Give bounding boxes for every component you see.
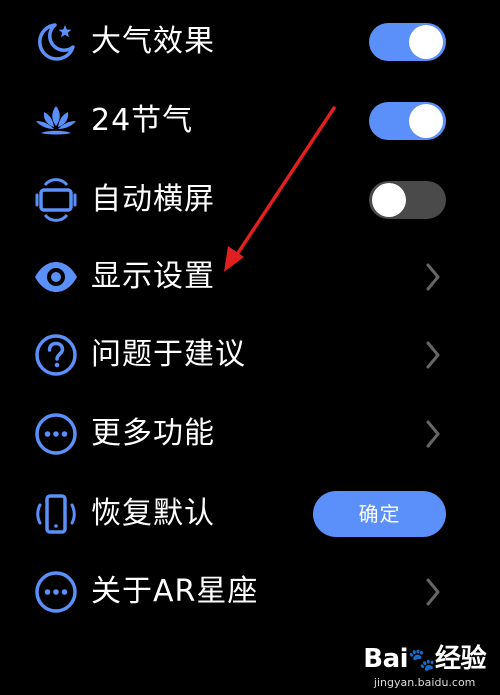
setting-row-auto-rotate[interactable]: 自动横屏	[0, 162, 500, 238]
confirm-button[interactable]: 确定	[313, 491, 446, 537]
setting-label: 问题于建议	[91, 337, 246, 372]
watermark-logo: Bai🐾经验	[363, 644, 486, 674]
setting-label: 24节气	[91, 103, 194, 138]
auto-rotate-toggle[interactable]	[369, 181, 446, 219]
setting-row-restore-defaults: 恢复默认 确定	[0, 476, 500, 552]
setting-label: 大气效果	[91, 24, 215, 59]
auto-rotate-icon	[33, 177, 79, 223]
more-icon	[33, 569, 79, 615]
setting-row-display[interactable]: 显示设置	[0, 239, 500, 315]
chevron-right-icon[interactable]	[426, 578, 440, 606]
chevron-right-icon[interactable]	[426, 263, 440, 291]
setting-label: 自动横屏	[91, 182, 215, 217]
eye-icon	[33, 254, 79, 300]
setting-row-solar-terms[interactable]: 24节气	[0, 83, 500, 159]
toggle-knob	[409, 25, 443, 59]
moon-star-icon	[33, 19, 79, 65]
setting-row-atmosphere[interactable]: 大气效果	[0, 4, 500, 80]
setting-row-more-features[interactable]: 更多功能	[0, 396, 500, 472]
atmosphere-toggle[interactable]	[369, 23, 446, 61]
question-icon	[33, 332, 79, 378]
setting-label: 恢复默认	[91, 496, 215, 531]
chevron-right-icon[interactable]	[426, 341, 440, 369]
setting-row-feedback[interactable]: 问题于建议	[0, 317, 500, 393]
more-icon	[33, 411, 79, 457]
toggle-knob	[409, 104, 443, 138]
chevron-right-icon[interactable]	[426, 420, 440, 448]
setting-label: 关于AR星座	[91, 574, 259, 609]
setting-label: 显示设置	[91, 259, 215, 294]
setting-row-about[interactable]: 关于AR星座	[0, 554, 500, 630]
watermark-url: jingyan.baidu.com	[373, 676, 476, 689]
lotus-icon	[33, 98, 79, 144]
phone-reset-icon	[33, 491, 79, 537]
solar-terms-toggle[interactable]	[369, 102, 446, 140]
baidu-jingyan-watermark: Bai🐾经验 jingyan.baidu.com	[363, 644, 486, 689]
toggle-knob	[372, 183, 406, 217]
setting-label: 更多功能	[91, 416, 215, 451]
